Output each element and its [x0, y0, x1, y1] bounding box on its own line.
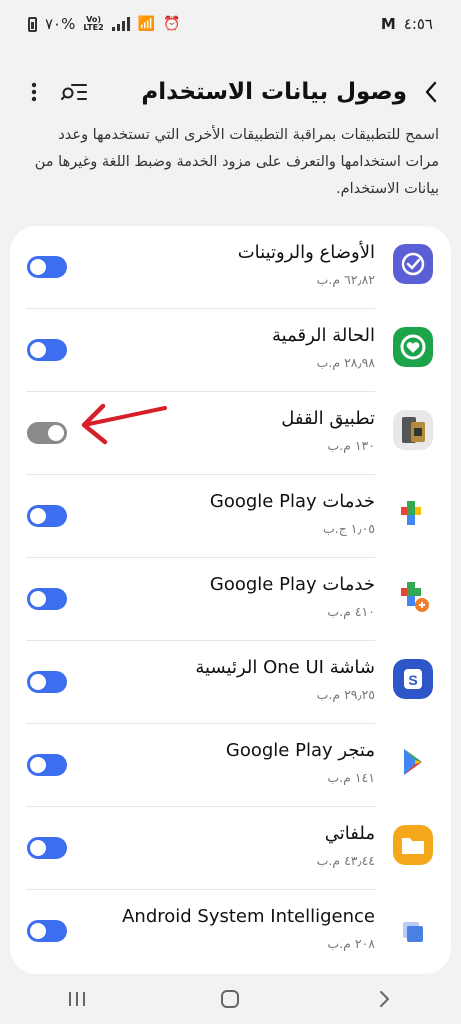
apps-list: الأوضاع والروتينات ٦٢٫٨٢ م.ب الحالة الرقمي…	[10, 226, 451, 974]
volte-icon: Vo) LTE2	[83, 15, 104, 32]
app-size: ٦٢٫٨٢ م.ب	[316, 272, 375, 287]
navigation-bar	[0, 974, 461, 1024]
app-size: ١٫٠٥ ج.ب	[323, 521, 375, 536]
recents-icon	[68, 992, 85, 1006]
app-name: Android System Intelligence	[122, 906, 375, 927]
more-vert-icon	[31, 82, 37, 102]
gmail-icon: M	[380, 15, 396, 33]
back-nav-button[interactable]	[354, 979, 414, 1019]
chevron-left-icon	[425, 81, 437, 103]
app-name: الأوضاع والروتينات	[237, 242, 375, 263]
toggle-knob	[30, 757, 46, 773]
home-button[interactable]	[200, 979, 260, 1019]
usage-access-toggle[interactable]	[27, 837, 67, 859]
app-size: ٤١٠ م.ب	[327, 604, 375, 619]
app-row[interactable]: خدمات Google Play ١٫٠٥ ج.ب	[10, 475, 451, 558]
toggle-knob	[30, 342, 46, 358]
app-name: شاشة One UI الرئيسية	[195, 657, 375, 678]
page-title: وصول بيانات الاستخدام	[141, 79, 407, 105]
search-list-button[interactable]	[54, 72, 94, 112]
toggle-knob	[30, 840, 46, 856]
red-arrow-annotation	[81, 403, 167, 445]
status-bar: ٧٠% Vo) LTE2 📶 ⏰ M ٤:٥٦	[0, 0, 461, 48]
top-app-bar: وصول بيانات الاستخدام	[0, 62, 461, 122]
usage-access-toggle[interactable]	[27, 588, 67, 610]
toggle-knob	[30, 674, 46, 690]
app-name: خدمات Google Play	[209, 574, 375, 595]
app-size: ٢٠٨ م.ب	[327, 936, 375, 951]
usage-access-toggle[interactable]	[27, 339, 67, 361]
app-row[interactable]: S شاشة One UI الرئيسية ٢٩٫٢٥ م.ب	[10, 641, 451, 724]
alarm-icon: ⏰	[163, 16, 181, 32]
digital-wellbeing-icon	[393, 327, 433, 367]
app-size: ٢٨٫٩٨ م.ب	[316, 355, 375, 370]
recents-button[interactable]	[47, 979, 107, 1019]
toggle-knob	[30, 508, 46, 524]
one-ui-home-icon: S	[393, 659, 433, 699]
google-play-store-icon	[393, 742, 433, 782]
app-name: ملفاتي	[324, 823, 375, 844]
home-icon	[221, 990, 240, 1008]
app-name: الحالة الرقمية	[272, 325, 375, 346]
app-row[interactable]: متجر Google Play ١٤١ م.ب	[10, 724, 451, 807]
status-right: M ٤:٥٦	[381, 15, 433, 33]
usage-access-toggle[interactable]	[27, 920, 67, 942]
back-button[interactable]	[415, 72, 447, 112]
clock: ٤:٥٦	[403, 15, 433, 33]
app-row[interactable]: ملفاتي ٤٣٫٤٤ م.ب	[10, 807, 451, 890]
usage-access-toggle[interactable]	[27, 671, 67, 693]
my-files-icon	[393, 825, 433, 865]
usage-access-toggle[interactable]	[27, 422, 67, 444]
app-size: ١٤١ م.ب	[327, 770, 375, 785]
usage-access-toggle[interactable]	[27, 754, 67, 776]
app-row[interactable]: الحالة الرقمية ٢٨٫٩٨ م.ب	[10, 309, 451, 392]
signal-icon	[111, 17, 130, 31]
back-nav-icon	[380, 991, 390, 1007]
toggle-knob	[30, 923, 46, 939]
app-row[interactable]: Android System Intelligence ٢٠٨ م.ب	[10, 890, 451, 973]
app-row[interactable]: خدمات Google Play ٤١٠ م.ب	[10, 558, 451, 641]
google-play-services-icon	[393, 493, 433, 533]
battery-icon	[28, 16, 37, 32]
status-left: ٧٠% Vo) LTE2 📶 ⏰	[28, 15, 181, 33]
app-name: متجر Google Play	[225, 740, 375, 761]
svg-text:S: S	[408, 672, 417, 688]
android-system-intelligence-icon	[393, 908, 433, 948]
app-size: ٢٩٫٢٥ م.ب	[316, 687, 375, 702]
toggle-knob	[48, 425, 64, 441]
app-size: ١٣٠ م.ب	[327, 438, 375, 453]
list-search-icon	[61, 84, 87, 100]
toggle-knob	[30, 591, 46, 607]
more-options-button[interactable]	[14, 72, 54, 112]
usage-access-toggle[interactable]	[27, 505, 67, 527]
app-lock-icon	[393, 410, 433, 450]
app-name: خدمات Google Play	[209, 491, 375, 512]
battery-percent: ٧٠%	[45, 15, 76, 33]
modes-routines-icon	[393, 244, 433, 284]
description-text: اسمح للتطبيقات بمراقبة التطبيقات الأخرى …	[34, 127, 439, 197]
usage-access-toggle[interactable]	[27, 256, 67, 278]
toggle-knob	[30, 259, 46, 275]
app-size: ٤٣٫٤٤ م.ب	[316, 853, 375, 868]
google-play-services-update-icon	[393, 576, 433, 616]
app-name: تطبيق القفل	[281, 408, 375, 429]
wifi-icon: 📶	[137, 16, 156, 32]
app-row[interactable]: الأوضاع والروتينات ٦٢٫٨٢ م.ب	[10, 226, 451, 309]
